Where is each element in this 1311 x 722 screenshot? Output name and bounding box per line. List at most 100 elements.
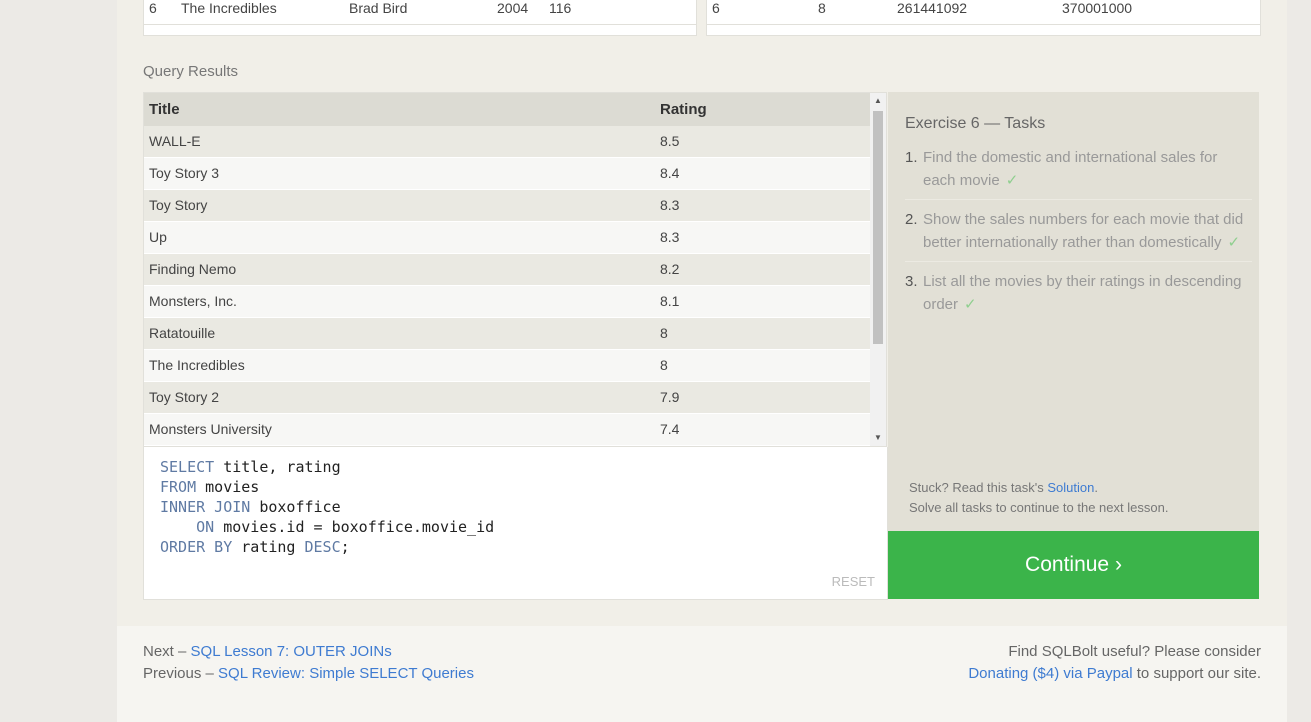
table-row: Finding Nemo 8.2 (144, 254, 871, 286)
scroll-up-arrow-icon[interactable]: ▲ (870, 93, 886, 109)
task-list: 1. Find the domestic and international s… (905, 146, 1252, 331)
task-number: 3. (905, 273, 918, 290)
scrollbar-thumb[interactable] (873, 111, 883, 344)
next-lesson-link[interactable]: SQL Lesson 7: OUTER JOINs (191, 643, 392, 660)
stuck-suffix: . (1094, 480, 1098, 495)
sql-text: ; (340, 538, 350, 556)
sql-keyword: INNER JOIN (160, 498, 251, 516)
stuck-text: Stuck? Read this task's (909, 480, 1048, 495)
cell-length: 116 (549, 0, 572, 16)
boxoffice-table: 6 8 261441092 370001000 (706, 0, 1261, 36)
cell-rating: 8 (818, 0, 826, 16)
checkmark-icon: ✓ (1227, 234, 1241, 251)
useful-text: Find SQLBolt useful? Please consider (1008, 643, 1261, 660)
table-row: The Incredibles 8 (144, 350, 871, 382)
query-results-table[interactable]: Title Rating WALL-E 8.5 Toy Story 3 8.4 Toy … (143, 92, 887, 447)
cell-title: Toy Story 3 (149, 165, 220, 181)
cell-domestic: 261441092 (897, 0, 968, 16)
cell-rating: 8 (660, 357, 668, 373)
lesson-page: 6 The Incredibles Brad Bird 2004 116 6 8… (117, 0, 1287, 722)
table-row (707, 24, 1260, 35)
cell-year: 2004 (497, 0, 529, 16)
cell-title: Monsters, Inc. (149, 293, 237, 309)
table-row: Ratatouille 8 (144, 318, 871, 350)
cell-rating: 8.1 (660, 293, 680, 309)
cell-title: WALL-E (149, 133, 201, 149)
continue-button[interactable]: Continue › (888, 531, 1259, 599)
table-row: Up 8.3 (144, 222, 871, 254)
task-text: Find the domestic and international sale… (923, 149, 1218, 189)
scroll-down-arrow-icon[interactable]: ▼ (870, 430, 886, 446)
previous-prefix: Previous – (143, 665, 219, 682)
sql-keyword: ORDER BY (160, 538, 233, 556)
donate-link[interactable]: Donating ($4) via Paypal (968, 665, 1132, 682)
table-row: Toy Story 3 8.4 (144, 158, 871, 190)
cell-title: Up (149, 229, 167, 245)
task-item: 2. Show the sales numbers for each movie… (905, 208, 1252, 262)
cell-rating: 7.4 (660, 421, 680, 437)
previous-lesson-link[interactable]: SQL Review: Simple SELECT Queries (218, 665, 474, 682)
cell-title: Toy Story 2 (149, 389, 220, 405)
cell-rating: 8.4 (660, 165, 680, 181)
table-row: Monsters, Inc. 8.1 (144, 286, 871, 318)
task-number: 2. (905, 211, 918, 228)
cell-director: Brad Bird (349, 0, 408, 16)
tasks-title: Exercise 6 — Tasks (905, 115, 1046, 132)
sql-text: movies.id = boxoffice.movie_id (214, 518, 495, 536)
query-results-label: Query Results (143, 63, 239, 80)
task-item: 1. Find the domestic and international s… (905, 146, 1252, 200)
cell-title: Finding Nemo (149, 261, 237, 277)
lesson-navigation: Next – SQL Lesson 7: OUTER JOINs Previou… (143, 641, 474, 685)
sql-text: boxoffice (250, 498, 341, 516)
cell-id: 6 (149, 0, 157, 16)
table-row (144, 24, 696, 35)
sql-keyword: DESC (304, 538, 341, 556)
column-header-title: Title (149, 101, 180, 118)
table-row: 6 The Incredibles Brad Bird 2004 116 (144, 0, 696, 24)
cell-rating: 8.2 (660, 261, 680, 277)
tasks-panel: Exercise 6 — Tasks 1. Find the domestic … (888, 92, 1259, 532)
sql-text: movies (196, 478, 260, 496)
cell-title: Monsters University (149, 421, 272, 437)
table-row: Toy Story 2 7.9 (144, 382, 871, 414)
next-prefix: Next – (143, 643, 191, 660)
results-header: Title Rating (144, 93, 871, 126)
task-item: 3. List all the movies by their ratings … (905, 270, 1252, 323)
table-row: Toy Story 8.3 (144, 190, 871, 222)
cell-rating: 8.5 (660, 133, 680, 149)
column-header-rating: Rating (660, 101, 707, 118)
cell-rating: 8.3 (660, 229, 680, 245)
sql-text: title, rating (214, 458, 341, 476)
task-text: Show the sales numbers for each movie th… (923, 211, 1244, 251)
sql-keyword: ON (196, 518, 215, 536)
reset-button[interactable]: RESET (832, 574, 875, 589)
results-scrollbar[interactable]: ▲ ▼ (870, 93, 886, 446)
donation-note: Find SQLBolt useful? Please consider Don… (968, 641, 1261, 685)
cell-rating: 8 (660, 325, 668, 341)
movies-table: 6 The Incredibles Brad Bird 2004 116 (143, 0, 697, 36)
results-rows: WALL-E 8.5 Toy Story 3 8.4 Toy Story 8.3 Up 8.3… (144, 126, 871, 446)
sql-editor[interactable]: SELECT title, rating FROM movies INNER J… (143, 447, 888, 600)
table-row: 6 8 261441092 370001000 (707, 0, 1260, 24)
cell-title: Toy Story (149, 197, 208, 213)
cell-title: The Incredibles (149, 357, 245, 373)
cell-title: The Incredibles (181, 0, 277, 16)
sql-keyword: SELECT (160, 458, 215, 476)
cell-international: 370001000 (1062, 0, 1133, 16)
cell-movie-id: 6 (712, 0, 720, 16)
sql-keyword: FROM (160, 478, 197, 496)
stuck-help: Stuck? Read this task's Solution. Solve … (909, 478, 1168, 518)
task-number: 1. (905, 149, 918, 166)
sql-text: rating (232, 538, 305, 556)
checkmark-icon: ✓ (1005, 172, 1019, 189)
solution-link[interactable]: Solution (1047, 480, 1094, 495)
checkmark-icon: ✓ (964, 296, 977, 313)
cell-rating: 7.9 (660, 389, 680, 405)
sql-code[interactable]: SELECT title, rating FROM movies INNER J… (160, 457, 494, 557)
table-row: Monsters University 7.4 (144, 414, 871, 446)
cell-rating: 8.3 (660, 197, 680, 213)
table-row: WALL-E 8.5 (144, 126, 871, 158)
donate-suffix: to support our site. (1132, 665, 1261, 682)
cell-title: Ratatouille (149, 325, 216, 341)
solve-all-text: Solve all tasks to continue to the next … (909, 500, 1169, 515)
